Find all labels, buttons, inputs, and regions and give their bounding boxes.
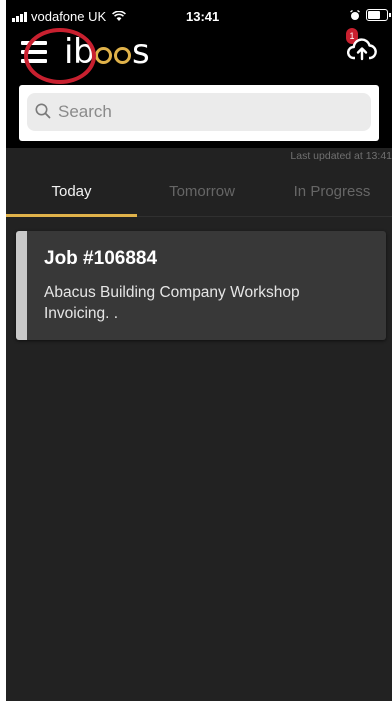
job-card[interactable]: Job #106884 Abacus Building Company Work… [16,231,386,340]
magnifier-icon [35,103,51,119]
app-screen: vodafone UK 13:41 ib s 1 Search Last upd… [6,0,392,701]
job-status-strip [16,231,27,340]
tab-today[interactable]: Today [6,172,137,216]
tab-bar: Today Tomorrow In Progress [6,172,392,220]
active-tab-indicator [6,214,137,217]
status-right [350,9,391,21]
app-header: ib s 1 [6,28,392,148]
job-description: Abacus Building Company Workshop Invoici… [44,284,300,322]
logo-text-suffix: s [132,32,150,72]
search-container [19,85,379,141]
upload-button[interactable]: 1 [344,28,380,68]
tab-in-progress[interactable]: In Progress [267,172,392,216]
tab-tomorrow[interactable]: Tomorrow [137,172,267,216]
cellular-signal-icon [12,11,27,22]
clock: 13:41 [186,9,220,24]
job-title: Job #106884 [44,248,158,269]
cloud-upload-icon [347,38,377,61]
status-left: vodafone UK [12,9,127,24]
wifi-icon [112,11,127,21]
logo-ring-c [95,47,113,64]
battery-icon [366,9,391,21]
carrier-name: vodafone UK [31,9,107,24]
logo-ring-o [114,47,132,64]
alarm-clock-icon [350,9,360,20]
last-updated-label: Last updated at 13:41 [290,150,392,162]
search-input[interactable] [27,93,371,131]
red-highlight-circle [24,28,96,84]
status-bar: vodafone UK 13:41 [6,0,392,28]
